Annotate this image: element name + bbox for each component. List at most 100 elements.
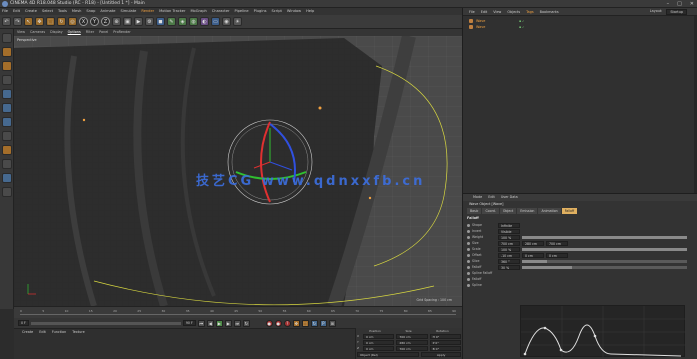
start-frame-field[interactable]: 0 F xyxy=(18,320,29,326)
viewport-menu-cameras[interactable]: Cameras xyxy=(30,29,45,36)
attribute-slider[interactable] xyxy=(522,265,687,269)
position-field[interactable]: 0 cm xyxy=(363,340,395,345)
move-icon[interactable]: ✥ xyxy=(35,17,44,26)
object-name[interactable]: Wave xyxy=(476,25,516,29)
viewport-menu-prorender[interactable]: ProRender xyxy=(113,29,130,36)
end-frame-field[interactable]: 90 F xyxy=(182,320,196,326)
attribute-value[interactable]: 360 ° xyxy=(498,258,520,264)
menu-motion-tracker[interactable]: Motion Tracker xyxy=(159,8,185,15)
attribute-value-extra[interactable]: 0 cm xyxy=(546,252,568,258)
menu-render[interactable]: Render xyxy=(141,8,154,15)
menu-snap[interactable]: Snap xyxy=(86,8,95,15)
render-settings-icon[interactable]: ⚙ xyxy=(145,17,154,26)
menu-plugins[interactable]: Plugins xyxy=(254,8,267,15)
menu-character[interactable]: Character xyxy=(212,8,230,15)
animate-toggle-icon[interactable] xyxy=(467,259,470,263)
attribute-value[interactable]: Visible xyxy=(498,228,520,234)
menu-simulate[interactable]: Simulate xyxy=(120,8,136,15)
size-field[interactable]: 700 cm xyxy=(396,334,428,339)
tab-object[interactable]: Object xyxy=(499,208,517,214)
viewport-menu-filter[interactable]: Filter xyxy=(86,29,94,36)
position-key-icon[interactable]: ✥ xyxy=(292,319,300,327)
coordinate-system-icon[interactable]: ⊕ xyxy=(112,17,121,26)
menu-file[interactable]: File xyxy=(2,8,8,15)
menu-select[interactable]: Select xyxy=(42,8,53,15)
make-editable-icon[interactable] xyxy=(1,33,12,43)
scale-icon[interactable]: ⬚ xyxy=(46,17,55,26)
select-icon[interactable]: ↖ xyxy=(24,17,33,26)
viewport-menu-view[interactable]: View xyxy=(17,29,25,36)
planar-workplane-icon[interactable] xyxy=(1,187,12,197)
apply-button[interactable]: Apply xyxy=(421,352,461,357)
tab-basic[interactable]: Basic xyxy=(467,208,482,214)
menu-animate[interactable]: Animate xyxy=(100,8,115,15)
autokey-icon[interactable]: ● xyxy=(274,319,282,327)
spline-pen-icon[interactable]: ✎ xyxy=(167,17,176,26)
edges-mode-icon[interactable] xyxy=(1,103,12,113)
go-to-start-icon[interactable]: ⏮ xyxy=(197,319,205,327)
z-axis-icon[interactable]: Z xyxy=(101,17,110,26)
array-icon[interactable]: ◍ xyxy=(189,17,198,26)
redo-icon[interactable]: ↷ xyxy=(13,17,22,26)
object-menu-tags[interactable]: Tags xyxy=(526,8,534,15)
minimize-button[interactable]: – xyxy=(667,1,670,7)
tab-animation[interactable]: Animation xyxy=(538,208,561,214)
subdivision-icon[interactable]: ◈ xyxy=(178,17,187,26)
x-axis-icon[interactable]: X xyxy=(79,17,88,26)
attribute-slider[interactable] xyxy=(522,235,687,239)
rotation-field[interactable]: B 0° xyxy=(429,346,461,351)
animate-toggle-icon[interactable] xyxy=(467,253,470,257)
snap-icon[interactable] xyxy=(1,159,12,169)
object-menu-objects[interactable]: Objects xyxy=(507,8,520,15)
rotation-key-icon[interactable]: ↻ xyxy=(310,319,318,327)
previous-key-icon[interactable]: ◀ xyxy=(206,319,214,327)
position-field[interactable]: 0 cm xyxy=(363,346,395,351)
attribute-value[interactable]: 100 % xyxy=(498,234,520,240)
material-menu-function[interactable]: Function xyxy=(52,330,66,334)
menu-help[interactable]: Help xyxy=(306,8,314,15)
tab-coord[interactable]: Coord. xyxy=(482,208,499,214)
deformer-icon[interactable]: ◐ xyxy=(200,17,209,26)
viewport-menu-panel[interactable]: Panel xyxy=(99,29,108,36)
close-button[interactable]: ✕ xyxy=(690,1,694,7)
size-field[interactable]: 280 cm xyxy=(396,340,428,345)
object-name[interactable]: Wave xyxy=(476,19,516,23)
light-icon[interactable]: ☀ xyxy=(233,17,242,26)
menu-edit[interactable]: Edit xyxy=(13,8,20,15)
lock-workplane-icon[interactable] xyxy=(1,173,12,183)
pla-key-icon[interactable]: ⊞ xyxy=(328,319,336,327)
points-mode-icon[interactable] xyxy=(1,89,12,99)
viewport-menu-options[interactable]: Options xyxy=(68,29,81,36)
parameter-key-icon[interactable]: P xyxy=(319,319,327,327)
attribute-menu-user-data[interactable]: User Data xyxy=(501,194,518,201)
animate-toggle-icon[interactable] xyxy=(467,223,470,227)
render-picture-viewer-icon[interactable]: ▶ xyxy=(134,17,143,26)
animate-toggle-icon[interactable] xyxy=(467,265,470,269)
animate-toggle-icon[interactable] xyxy=(467,283,470,287)
animate-toggle-icon[interactable] xyxy=(467,247,470,251)
material-menu-edit[interactable]: Edit xyxy=(39,330,46,334)
texture-mode-icon[interactable] xyxy=(1,61,12,71)
timeline-ruler[interactable]: 0 5 10 15 20 25 30 35 40 45 50 55 60 65 70 75 80 85 90 xyxy=(14,306,462,318)
attribute-value[interactable]: -10 cm xyxy=(498,252,520,258)
rotate-icon[interactable]: ↻ xyxy=(57,17,66,26)
viewport-perspective[interactable]: Perspective Grid Spacing : 100 cm 技艺CG w… xyxy=(14,36,462,306)
attribute-value[interactable]: 100 % xyxy=(498,246,520,252)
attribute-value-extra[interactable]: 0 cm xyxy=(522,252,544,258)
animate-toggle-icon[interactable] xyxy=(467,229,470,233)
object-menu-edit[interactable]: Edit xyxy=(481,8,488,15)
attribute-value[interactable]: Infinite xyxy=(498,222,520,228)
attribute-value-extra[interactable]: 280 cm xyxy=(522,240,544,246)
rotation-field[interactable]: H 0° xyxy=(429,334,461,339)
viewport-menu-display[interactable]: Display xyxy=(50,29,63,36)
menu-create[interactable]: Create xyxy=(25,8,37,15)
material-menu-texture[interactable]: Texture xyxy=(72,330,84,334)
maximize-button[interactable]: □ xyxy=(677,1,682,7)
visibility-toggle-icon[interactable]: ▪ ✓ xyxy=(519,19,525,23)
attribute-slider[interactable] xyxy=(522,247,687,251)
attribute-menu-edit[interactable]: Edit xyxy=(488,194,495,201)
attribute-value-extra[interactable]: 700 cm xyxy=(546,240,568,246)
menu-mesh[interactable]: Mesh xyxy=(72,8,81,15)
tab-emission[interactable]: Emission xyxy=(517,208,538,214)
position-field[interactable]: 0 cm xyxy=(363,334,395,339)
